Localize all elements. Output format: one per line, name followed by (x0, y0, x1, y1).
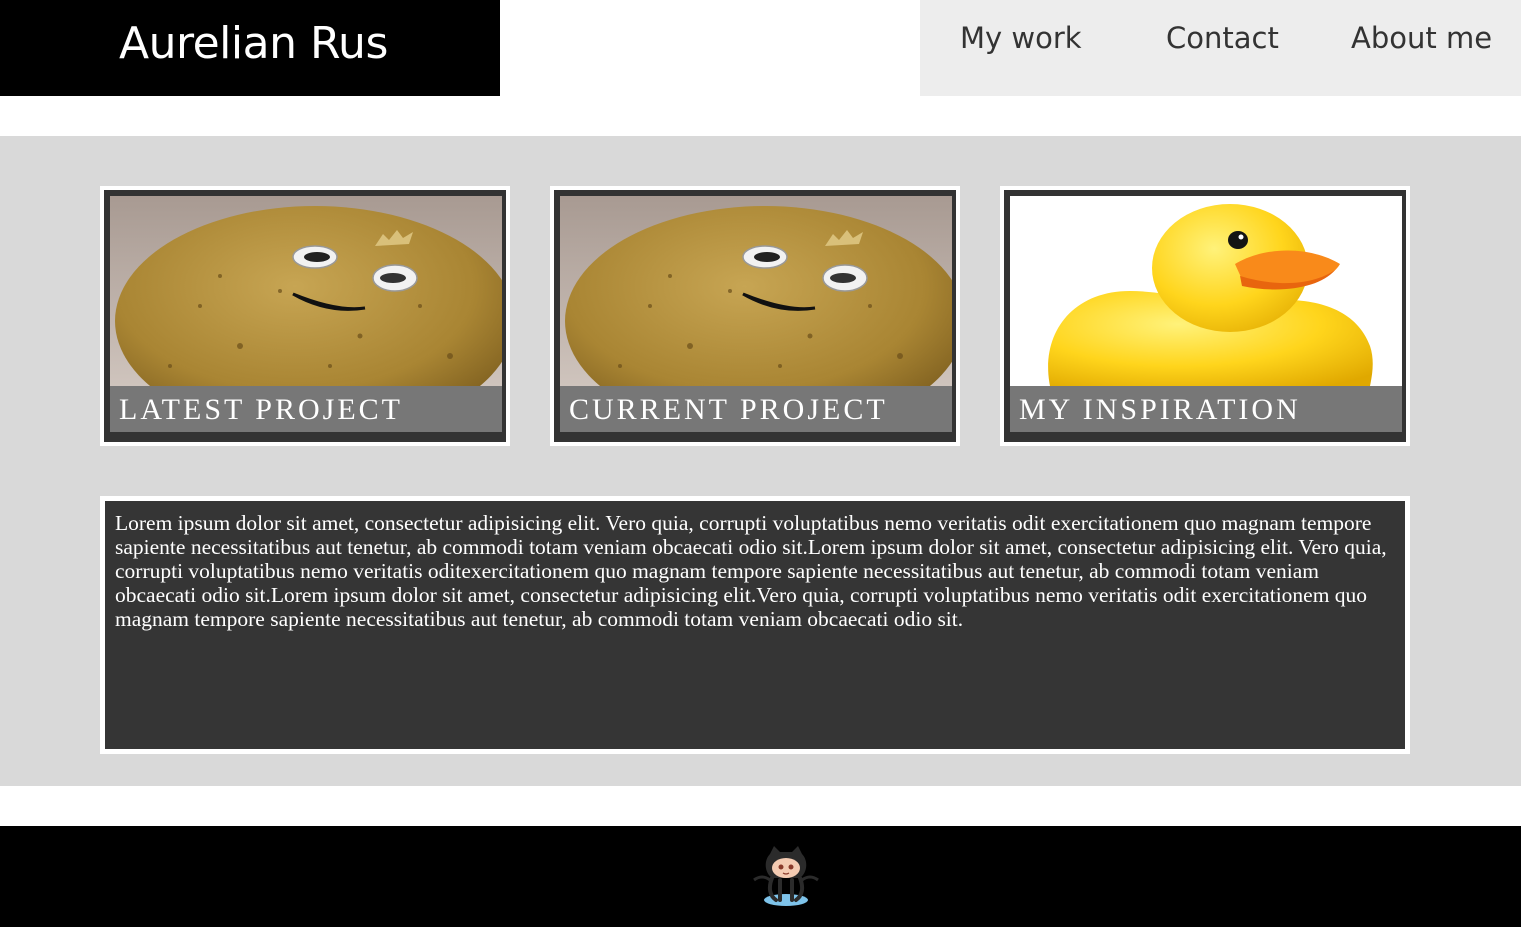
card-frame: LATEST PROJECT (104, 190, 506, 442)
nav-my-work[interactable]: My work (960, 18, 1082, 58)
rubber-duck-image (1010, 196, 1402, 386)
text-box-inner: Lorem ipsum dolor sit amet, consectetur … (105, 501, 1405, 749)
site-title[interactable]: Aurelian Rus (119, 14, 388, 74)
main-content: LATEST PROJECT CURRENT PROJECT MY INSPIR… (0, 136, 1521, 786)
potato-image (560, 196, 952, 386)
footer (0, 826, 1521, 927)
latest-project-card[interactable]: LATEST PROJECT (100, 186, 510, 446)
nav-contact[interactable]: Contact (1166, 18, 1279, 58)
card-label-bar: MY INSPIRATION (1010, 386, 1402, 432)
current-project-card[interactable]: CURRENT PROJECT (550, 186, 960, 446)
about-text-box: Lorem ipsum dolor sit amet, consectetur … (100, 496, 1410, 754)
lorem-paragraph: Lorem ipsum dolor sit amet, consectetur … (115, 511, 1387, 631)
github-octocat-icon[interactable] (750, 844, 820, 908)
card-title: MY INSPIRATION (1019, 393, 1301, 426)
brand-block: Aurelian Rus (0, 0, 500, 96)
card-label-bar: LATEST PROJECT (110, 386, 502, 432)
nav-about-me[interactable]: About me (1351, 18, 1492, 58)
card-frame: MY INSPIRATION (1004, 190, 1406, 442)
card-frame: CURRENT PROJECT (554, 190, 956, 442)
potato-image (110, 196, 502, 386)
card-title: CURRENT PROJECT (569, 393, 888, 426)
card-title: LATEST PROJECT (119, 393, 403, 426)
card-label-bar: CURRENT PROJECT (560, 386, 952, 432)
main-nav: My work Contact About me (920, 0, 1521, 96)
my-inspiration-card[interactable]: MY INSPIRATION (1000, 186, 1410, 446)
